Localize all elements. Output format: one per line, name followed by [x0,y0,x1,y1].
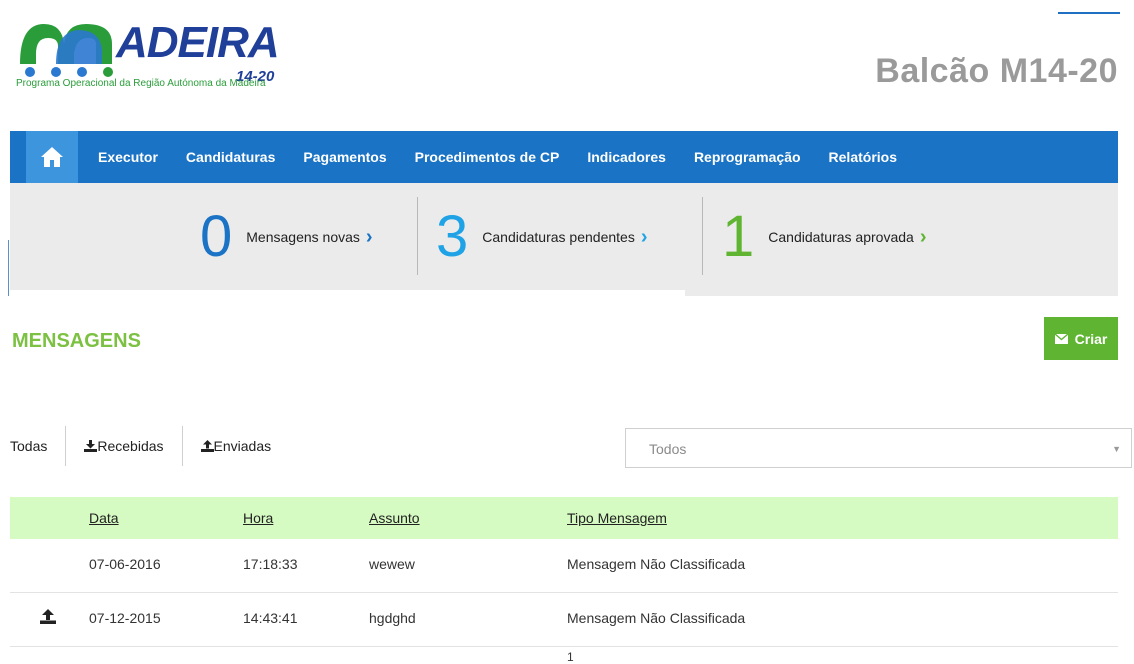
tab-received-label: Recebidas [97,438,164,454]
chevron-right-icon: › [919,225,927,248]
col-header-date[interactable]: Data [89,510,119,526]
tab-all-label: Todas [10,438,48,454]
stat-approved-label: Candidaturas aprovada [768,229,914,245]
messages-table: Data Hora Assunto Tipo Mensagem 07-06-20… [10,497,1118,647]
col-header-type[interactable]: Tipo Mensagem [567,510,667,526]
nav-executor[interactable]: Executor [98,149,158,165]
stat-approved-count: 1 [722,204,755,269]
nav-candidaturas[interactable]: Candidaturas [186,149,275,165]
stat-new-messages-label: Mensagens novas [246,229,360,245]
nav-procedimentos-cp[interactable]: Procedimentos de CP [415,149,560,165]
chevron-right-icon: › [365,225,373,248]
tab-separator [65,426,67,466]
stats-band: 0 Mensagens novas › 3 Candidaturas pende… [10,183,1118,290]
tab-received[interactable]: Recebidas [84,438,164,454]
envelope-icon [1054,333,1068,344]
message-type-select[interactable]: Todos ▼ [625,428,1132,468]
cell-subject: wewew [369,556,415,572]
table-row[interactable]: 07-12-2015 14:43:41 hgdghd Mensagem Não … [10,593,1118,647]
select-value: Todos [649,441,687,457]
stats-divider [417,197,418,275]
upload-icon [200,440,214,452]
cell-type: Mensagem Não Classificada [567,556,746,572]
section-title: MENSAGENS [12,330,141,352]
tab-sent[interactable]: Enviadas [200,438,272,454]
madeira-logo[interactable]: ADEIRA 14-20 Programa Operacional da Reg… [16,14,316,94]
table-header-row: Data Hora Assunto Tipo Mensagem [10,497,1118,539]
cell-date: 07-06-2016 [89,556,161,572]
cell-type: Mensagem Não Classificada [567,610,746,626]
stat-approved-applications[interactable]: 1 Candidaturas aprovada › [722,201,926,273]
cell-subject: hgdghd [369,610,416,626]
logo-m-mark-icon [20,24,113,77]
pagination-page-1[interactable]: 1 [567,650,574,664]
nav-reprogramacao[interactable]: Reprogramação [694,149,801,165]
cell-date: 07-12-2015 [89,610,161,626]
message-filter-tabs: Todas Recebidas Enviadas [10,426,271,466]
tab-all[interactable]: Todas [10,438,47,454]
caret-down-icon: ▼ [1112,444,1121,454]
nav-pagamentos[interactable]: Pagamentos [303,149,386,165]
upload-icon [40,609,56,624]
download-icon [84,440,98,452]
top-rule [1058,12,1120,14]
home-icon [41,147,63,167]
left-edge-mark [8,240,9,296]
stat-pending-applications[interactable]: 3 Candidaturas pendentes › [436,201,648,273]
main-navbar: Executor Candidaturas Pagamentos Procedi… [10,131,1118,183]
nav-relatorios[interactable]: Relatórios [829,149,897,165]
table-row[interactable]: 07-06-2016 17:18:33 wewew Mensagem Não C… [10,539,1118,593]
stats-band-tail [685,290,1118,296]
stat-new-messages-count: 0 [200,204,233,269]
logo-wordmark: ADEIRA [116,18,280,67]
logo-tagline: Programa Operacional da Região Autónoma … [16,78,266,89]
create-button-label: Criar [1074,330,1108,347]
portal-title: Balcão M14-20 [875,52,1118,90]
chevron-right-icon: › [640,225,648,248]
nav-home-button[interactable] [26,131,78,183]
nav-indicadores[interactable]: Indicadores [587,149,666,165]
stats-divider [702,197,703,275]
tab-separator [181,426,183,466]
stat-pending-label: Candidaturas pendentes [482,229,635,245]
tab-sent-label: Enviadas [213,438,272,454]
col-header-time[interactable]: Hora [243,510,273,526]
create-message-button[interactable]: Criar [1044,317,1118,360]
cell-time: 17:18:33 [243,556,298,572]
cell-time: 14:43:41 [243,610,298,626]
col-header-subject[interactable]: Assunto [369,510,420,526]
stat-pending-count: 3 [436,204,469,269]
stat-new-messages[interactable]: 0 Mensagens novas › [200,201,373,273]
